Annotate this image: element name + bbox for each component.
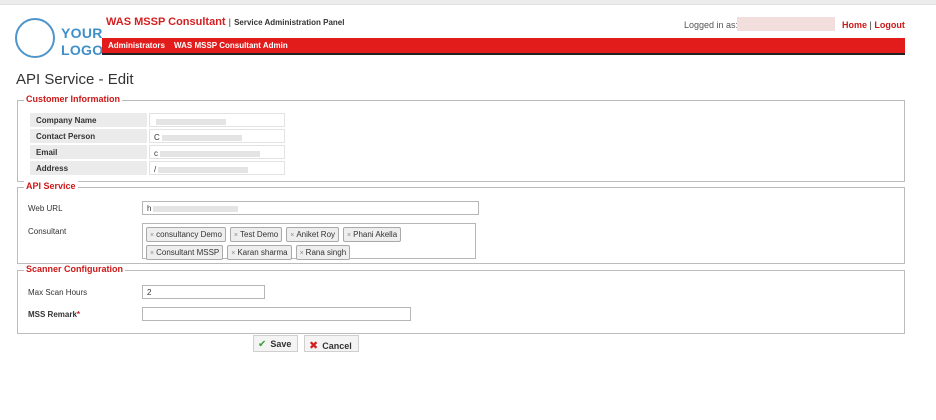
menu-item-consultant-admin[interactable]: WAS MSSP Consultant Admin xyxy=(174,41,288,50)
logout-link[interactable]: Logout xyxy=(874,20,905,30)
required-marker: * xyxy=(76,310,81,319)
api-service-legend: API Service xyxy=(24,181,78,191)
customer-information-section: Customer Information Company Name Contac… xyxy=(17,94,905,182)
top-strip xyxy=(0,0,936,5)
consultant-tag[interactable]: × Karan sharma xyxy=(227,245,292,260)
web-url-label: Web URL xyxy=(28,204,63,213)
cancel-button[interactable]: ✖ Cancel xyxy=(304,335,359,352)
consultant-tag[interactable]: × Phani Akella xyxy=(343,227,402,242)
web-url-input[interactable]: h xyxy=(142,201,479,215)
scanner-configuration-section: Scanner Configuration Max Scan Hours 2 M… xyxy=(17,264,905,334)
title-separator: | xyxy=(228,17,231,27)
remove-tag-icon[interactable]: × xyxy=(347,232,351,239)
consultant-tag[interactable]: × consultancy Demo xyxy=(146,227,226,242)
cross-icon: ✖ xyxy=(309,340,319,352)
menu-item-administrators[interactable]: Administrators xyxy=(108,41,165,50)
logo-line1: YOUR xyxy=(61,25,103,41)
app-name: WAS MSSP Consultant xyxy=(106,16,226,28)
mss-remark-label: MSS Remark* xyxy=(28,310,81,319)
email-label: Email xyxy=(30,145,147,159)
remove-tag-icon[interactable]: × xyxy=(300,250,304,257)
main-menu-bar: Administrators WAS MSSP Consultant Admin xyxy=(102,38,905,55)
contact-person-label: Contact Person xyxy=(30,129,147,143)
mss-remark-input[interactable] xyxy=(142,307,411,321)
remove-tag-icon[interactable]: × xyxy=(234,232,238,239)
remove-tag-icon[interactable]: × xyxy=(231,250,235,257)
save-button[interactable]: ✔ Save xyxy=(253,335,299,352)
consultant-tag[interactable]: × Rana singh xyxy=(295,245,351,260)
home-link[interactable]: Home xyxy=(842,20,867,30)
max-scan-hours-label: Max Scan Hours xyxy=(28,288,88,297)
top-links: Home | Logout xyxy=(842,20,905,30)
consultant-tag[interactable]: × Consultant MSSP xyxy=(146,245,224,260)
max-scan-hours-input[interactable]: 2 xyxy=(142,285,265,299)
logo-circle-icon xyxy=(15,18,55,58)
consultant-tag[interactable]: × Test Demo xyxy=(229,227,283,242)
remove-tag-icon[interactable]: × xyxy=(150,250,154,257)
remove-tag-icon[interactable]: × xyxy=(290,232,294,239)
email-value: c xyxy=(149,145,285,159)
contact-person-value: C xyxy=(149,129,285,143)
remove-tag-icon[interactable]: × xyxy=(150,232,154,239)
link-separator: | xyxy=(869,20,872,30)
page-title: API Service - Edit xyxy=(16,71,134,88)
logged-in-label: Logged in as: xyxy=(684,20,739,30)
consultant-label: Consultant xyxy=(28,227,67,236)
consultant-multiselect[interactable]: × consultancy Demo × Test Demo × Aniket Roy… xyxy=(142,223,476,260)
scanner-configuration-legend: Scanner Configuration xyxy=(24,264,126,274)
app-subtitle: Service Administration Panel xyxy=(234,18,345,27)
logged-in-user xyxy=(737,17,835,31)
address-label: Address xyxy=(30,161,147,175)
check-icon: ✔ xyxy=(258,339,267,350)
logo-line2: LOGO xyxy=(61,42,104,58)
api-service-section: API Service Web URL h Consultant × consul… xyxy=(17,181,905,264)
company-logo: YOUR LOGO xyxy=(15,14,105,60)
company-name-label: Company Name xyxy=(30,113,147,127)
app-title: WAS MSSP Consultant | Service Administra… xyxy=(106,16,344,28)
consultant-tag[interactable]: × Aniket Roy xyxy=(286,227,340,242)
address-value: / xyxy=(149,161,285,175)
company-name-value xyxy=(149,113,285,127)
customer-information-legend: Customer Information xyxy=(24,94,123,104)
